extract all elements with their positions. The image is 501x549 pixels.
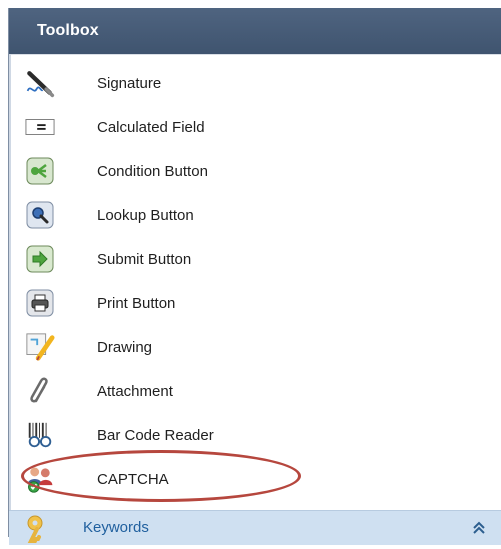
toolbox-item-drawing[interactable]: Drawing: [11, 325, 501, 369]
toolbox-item-bar-code-reader[interactable]: Bar Code Reader: [11, 413, 501, 457]
toolbox-item-condition-button[interactable]: Condition Button: [11, 149, 501, 193]
toolbox-title: Toolbox: [37, 22, 99, 39]
toolbox-item-label: Attachment: [97, 382, 173, 400]
toolbox-panel: Toolbox Signature Calculated Field Condi…: [8, 8, 501, 545]
toolbox-item-label: Submit Button: [97, 250, 192, 268]
signature-pen-icon: [25, 68, 55, 98]
toolbox-item-label: Calculated Field: [97, 118, 205, 136]
toolbox-item-label: Lookup Button: [97, 206, 194, 224]
toolbox-item-submit-button[interactable]: Submit Button: [11, 237, 501, 281]
toolbox-item-label: Print Button: [97, 294, 176, 312]
toolbox-item-label: Drawing: [97, 338, 153, 356]
paperclip-icon: [25, 376, 55, 406]
toolbox-item-label: Signature: [97, 74, 162, 92]
toolbox-item-lookup-button[interactable]: Lookup Button: [11, 193, 501, 237]
condition-button-icon: [25, 156, 55, 186]
key-icon: [23, 514, 59, 544]
calculated-field-icon: [25, 112, 55, 142]
toolbox-item-label: CAPTCHA: [97, 470, 169, 488]
toolbox-item-print-button[interactable]: Print Button: [11, 281, 501, 325]
lookup-button-icon: [25, 200, 55, 230]
barcode-reader-icon: [25, 420, 55, 450]
toolbox-list: Signature Calculated Field Condition But…: [9, 54, 501, 517]
double-chevron-up-icon[interactable]: [472, 520, 486, 536]
toolbox-item-calculated-field[interactable]: Calculated Field: [11, 105, 501, 149]
print-button-icon: [25, 288, 55, 318]
toolbox-item-label: Condition Button: [97, 162, 208, 180]
toolbox-item-captcha[interactable]: CAPTCHA: [11, 457, 501, 501]
toolbox-item-label: Bar Code Reader: [97, 426, 214, 444]
keywords-panel-header[interactable]: Keywords: [9, 510, 501, 545]
captcha-users-icon: [25, 464, 55, 494]
submit-button-icon: [25, 244, 55, 274]
keywords-label: Keywords: [83, 519, 149, 536]
drawing-icon: [25, 332, 55, 362]
toolbox-item-signature[interactable]: Signature: [11, 61, 501, 105]
toolbox-item-attachment[interactable]: Attachment: [11, 369, 501, 413]
toolbox-header: Toolbox: [9, 8, 501, 54]
